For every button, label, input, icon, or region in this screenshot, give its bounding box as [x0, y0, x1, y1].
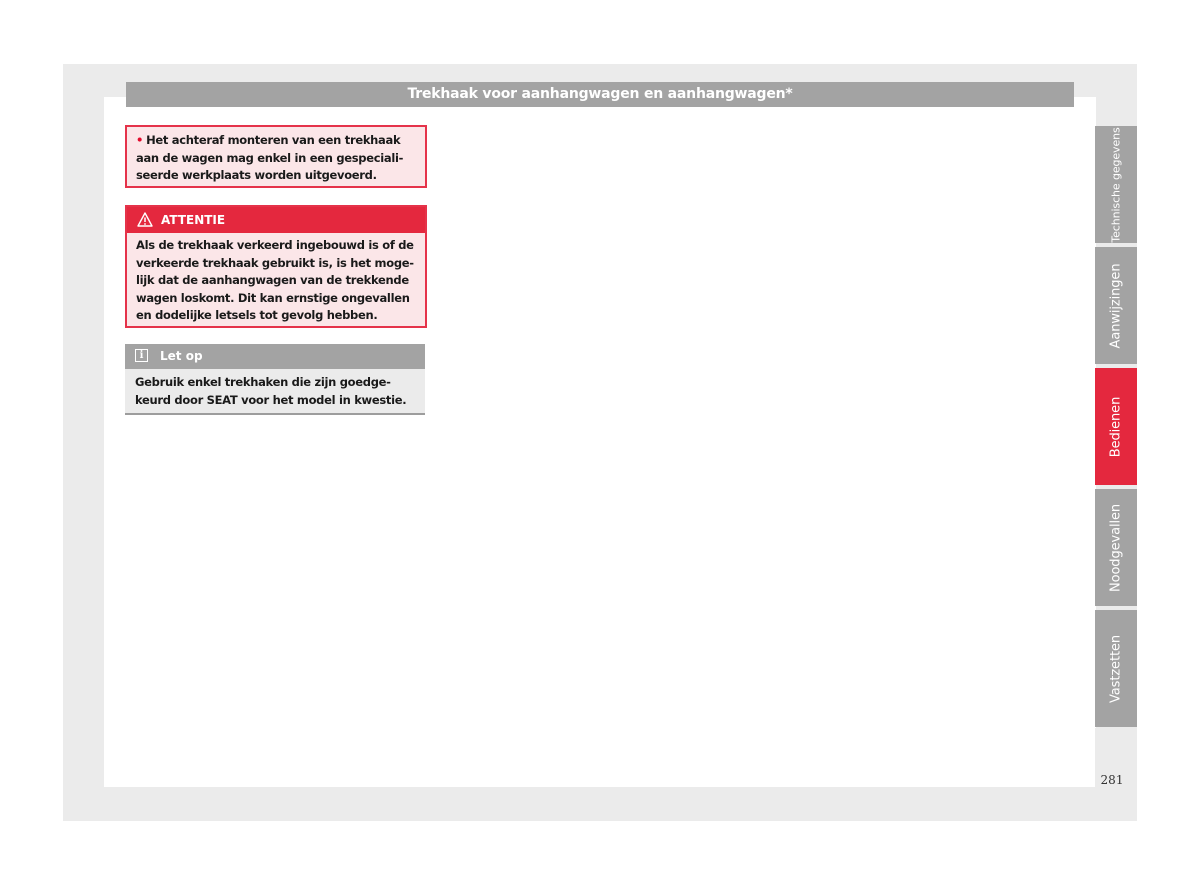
tab-technische-gegevens[interactable]: Technische gegevens: [1095, 126, 1137, 243]
tab-label: Technische gegevens: [1109, 126, 1123, 243]
page-content: [104, 97, 1096, 787]
tab-label: Aanwijzingen: [1108, 263, 1124, 348]
bullet-icon: •: [136, 133, 144, 147]
tab-label: Noodgevallen: [1108, 503, 1124, 592]
info-icon: i: [135, 349, 148, 362]
tab-label: Vastzetten: [1108, 634, 1124, 703]
tab-noodgevallen[interactable]: Noodgevallen: [1095, 489, 1137, 606]
warning-triangle-icon: [137, 212, 153, 227]
info-box: i Let op Gebruik enkel trekhaken die zij…: [125, 344, 425, 415]
tab-bedienen[interactable]: Bedienen: [1095, 368, 1137, 485]
section-title: Trekhaak voor aanhangwagen en aanhangwag…: [126, 82, 1074, 107]
warning-text: Als de trekhaak verkeerd ingebouwd is of…: [136, 238, 415, 322]
page-number: 281: [1100, 773, 1124, 787]
note-box: • Het achteraf monteren van een trekhaak …: [125, 125, 427, 188]
warning-header: ATTENTIE: [127, 207, 425, 233]
tab-vastzetten[interactable]: Vastzetten: [1095, 610, 1137, 727]
info-label: Let op: [160, 349, 203, 363]
tab-label: Bedienen: [1108, 396, 1124, 457]
note-text-block: • Het achteraf monteren van een trekhaak …: [136, 132, 416, 185]
warning-label: ATTENTIE: [161, 213, 226, 227]
info-header: i Let op: [125, 344, 425, 369]
tab-aanwijzingen[interactable]: Aanwijzingen: [1095, 247, 1137, 364]
note-text: Het achteraf monteren van een trekhaak a…: [136, 133, 404, 182]
info-text: Gebruik enkel trekhaken die zijn goedge­…: [135, 375, 407, 407]
warning-box: ATTENTIE Als de trekhaak verkeerd ingebo…: [125, 205, 427, 328]
